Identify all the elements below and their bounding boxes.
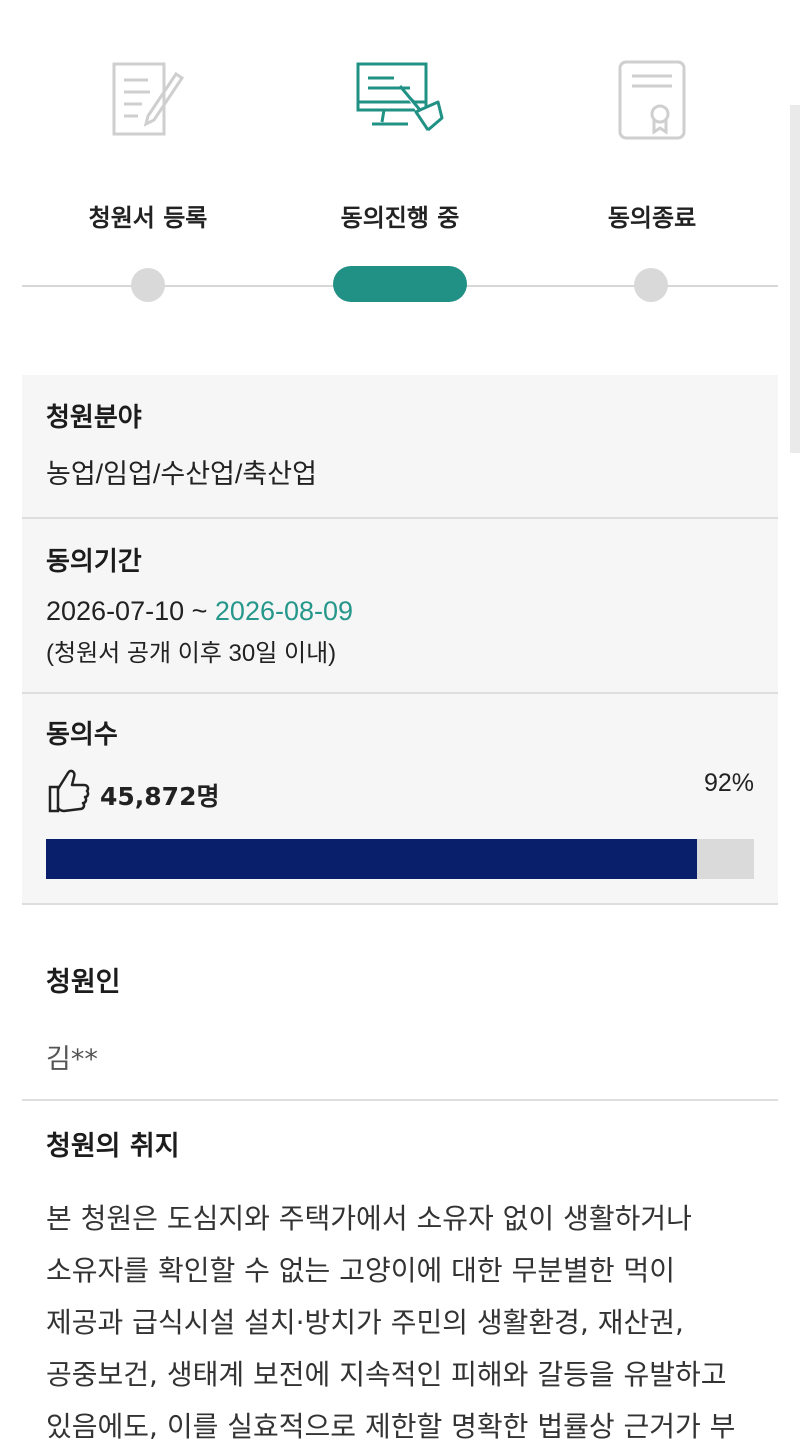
- thumbs-up-icon: [46, 765, 90, 819]
- petition-summary: 청원분야 농업/임업/수산업/축산업 동의기간 2026-07-10 ~ 202…: [22, 375, 778, 905]
- field-title: 청원분야: [46, 403, 142, 433]
- purpose-body: 본 청원은 도심지와 주택가에서 소유자 없이 생활하거나 소유자를 확인할 수…: [46, 1202, 736, 1443]
- agree-count-row: 45,872명 92%: [46, 765, 754, 825]
- period-note: (청원서 공개 이후 30일 이내): [46, 640, 337, 667]
- step-in-progress: 동의진행 중: [270, 0, 530, 240]
- period-separator: ~: [184, 596, 215, 626]
- field-section: 청원분야 농업/임업/수산업/축산업: [22, 375, 778, 519]
- monitor-click-icon: [354, 58, 446, 138]
- petitioner-title: 청원인: [46, 967, 121, 998]
- purpose-title: 청원의 취지: [46, 1131, 180, 1162]
- agree-count: 45,872명: [100, 782, 220, 811]
- period-section: 동의기간 2026-07-10 ~ 2026-08-09 (청원서 공개 이후 …: [22, 519, 778, 694]
- step-register: 청원서 등록: [18, 0, 278, 240]
- petitioner-name: 김**: [46, 1044, 98, 1075]
- step-register-label: 청원서 등록: [88, 204, 208, 232]
- step-closed: 동의종료: [522, 0, 782, 240]
- period-start: 2026-07-10: [46, 596, 185, 626]
- field-value: 농업/임업/수산업/축산업: [46, 459, 317, 489]
- section-divider: [22, 1099, 778, 1101]
- period-range: 2026-07-10 ~ 2026-08-09: [46, 596, 754, 627]
- step-closed-dot: [634, 268, 668, 302]
- period-end: 2026-08-09: [214, 596, 354, 626]
- agree-progress-bar: [46, 839, 754, 879]
- agree-title: 동의수: [46, 720, 118, 750]
- document-pen-icon: [108, 58, 188, 142]
- step-in-progress-marker: [333, 266, 467, 302]
- agree-percent: 92%: [703, 769, 754, 797]
- petitioner-section: 청원인 김**: [22, 960, 778, 1076]
- certificate-icon: [616, 58, 688, 146]
- step-in-progress-label: 동의진행 중: [340, 204, 460, 232]
- period-title: 동의기간: [46, 547, 142, 577]
- agree-section: 동의수 45,872명 92%: [22, 694, 778, 905]
- step-register-dot: [131, 268, 165, 302]
- progress-steps: 청원서 등록 동의진행 중 동의종료: [0, 0, 800, 340]
- purpose-section: 청원의 취지 본 청원은 도심지와 주택가에서 소유자 없이 생활하거나 소유자…: [22, 1124, 778, 1453]
- agree-progress-fill: [46, 839, 698, 879]
- step-closed-label: 동의종료: [607, 204, 697, 232]
